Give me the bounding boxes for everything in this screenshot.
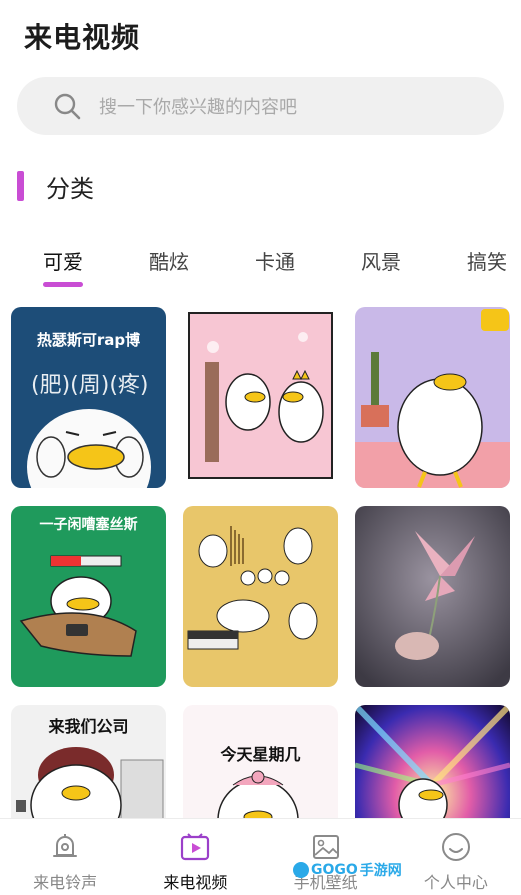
duck-thumbnail [355, 307, 510, 488]
section-title: 分类 [46, 174, 94, 203]
active-tab-indicator [43, 282, 83, 287]
nav-label: 来电视频 [163, 873, 228, 892]
card-caption: 热瑟斯可rap博 [36, 331, 141, 349]
watermark-icon [293, 862, 309, 878]
nav-ringtones[interactable]: 来电铃声 [0, 819, 130, 895]
page-title: 来电视频 [24, 21, 141, 54]
nav-wallpapers[interactable]: 手机壁纸 [261, 819, 391, 895]
tab-label: 酷炫 [149, 250, 189, 274]
duck-thumbnail [183, 307, 338, 488]
search-icon [54, 93, 81, 120]
card-caption: 今天星期几 [220, 745, 301, 764]
video-grid: (肥)(周)(疼) 热瑟斯可rap博 一子闲嘈塞丝斯 来我们公司 今天星期几 [11, 307, 510, 818]
tab-label: 风景 [361, 250, 401, 274]
video-card[interactable]: 今天星期几 [183, 705, 338, 818]
nav-label: 个人中心 [423, 873, 488, 892]
video-card[interactable] [355, 705, 510, 818]
video-card[interactable]: (肥)(周)(疼) 热瑟斯可rap博 [11, 307, 166, 488]
video-card[interactable] [183, 506, 338, 687]
nav-call-video[interactable]: 来电视频 [130, 819, 260, 895]
tab-label: 卡通 [255, 250, 295, 274]
watermark-logo: GOGO 手游网 [293, 860, 402, 880]
category-tabs: 可爱 酷炫 卡通 风景 搞笑 [0, 246, 521, 287]
video-card[interactable] [183, 307, 338, 488]
watermark-text: 手游网 [359, 863, 402, 879]
watermark-brand: GOGO [311, 862, 358, 878]
tab-funny[interactable]: 搞笑 [467, 246, 507, 275]
search-input[interactable]: 搜一下你感兴趣的内容吧 [99, 93, 297, 119]
nav-label: 来电铃声 [33, 873, 98, 892]
tab-cool[interactable]: 酷炫 [149, 246, 189, 275]
duck-thumbnail [183, 506, 338, 687]
tab-label: 可爱 [43, 250, 83, 274]
bottom-nav: 来电铃声 来电视频 手机壁纸 个人中心 [0, 818, 521, 895]
video-card[interactable]: 一子闲嘈塞丝斯 [11, 506, 166, 687]
video-card[interactable] [355, 506, 510, 687]
tab-label: 搞笑 [467, 250, 507, 274]
search-bar[interactable]: 搜一下你感兴趣的内容吧 [17, 77, 504, 135]
nav-profile[interactable]: 个人中心 [391, 819, 521, 895]
card-caption: 来我们公司 [48, 717, 129, 736]
duck-thumbnail [355, 705, 510, 818]
card-caption: 一子闲嘈塞丝斯 [39, 517, 138, 533]
video-card[interactable] [355, 307, 510, 488]
tab-cute[interactable]: 可爱 [43, 246, 83, 287]
section-accent-bar [17, 171, 24, 201]
tab-scenery[interactable]: 风景 [361, 246, 401, 275]
tab-cartoon[interactable]: 卡通 [255, 246, 295, 275]
video-icon [181, 833, 210, 861]
flower-thumbnail [355, 506, 510, 687]
category-section-header: 分类 [17, 170, 94, 203]
video-card[interactable]: 来我们公司 [11, 705, 166, 818]
smile-icon [441, 833, 470, 861]
bell-icon [53, 834, 78, 857]
svg-text:(肥)(周)(疼): (肥)(周)(疼) [31, 373, 149, 398]
image-icon [312, 835, 339, 859]
